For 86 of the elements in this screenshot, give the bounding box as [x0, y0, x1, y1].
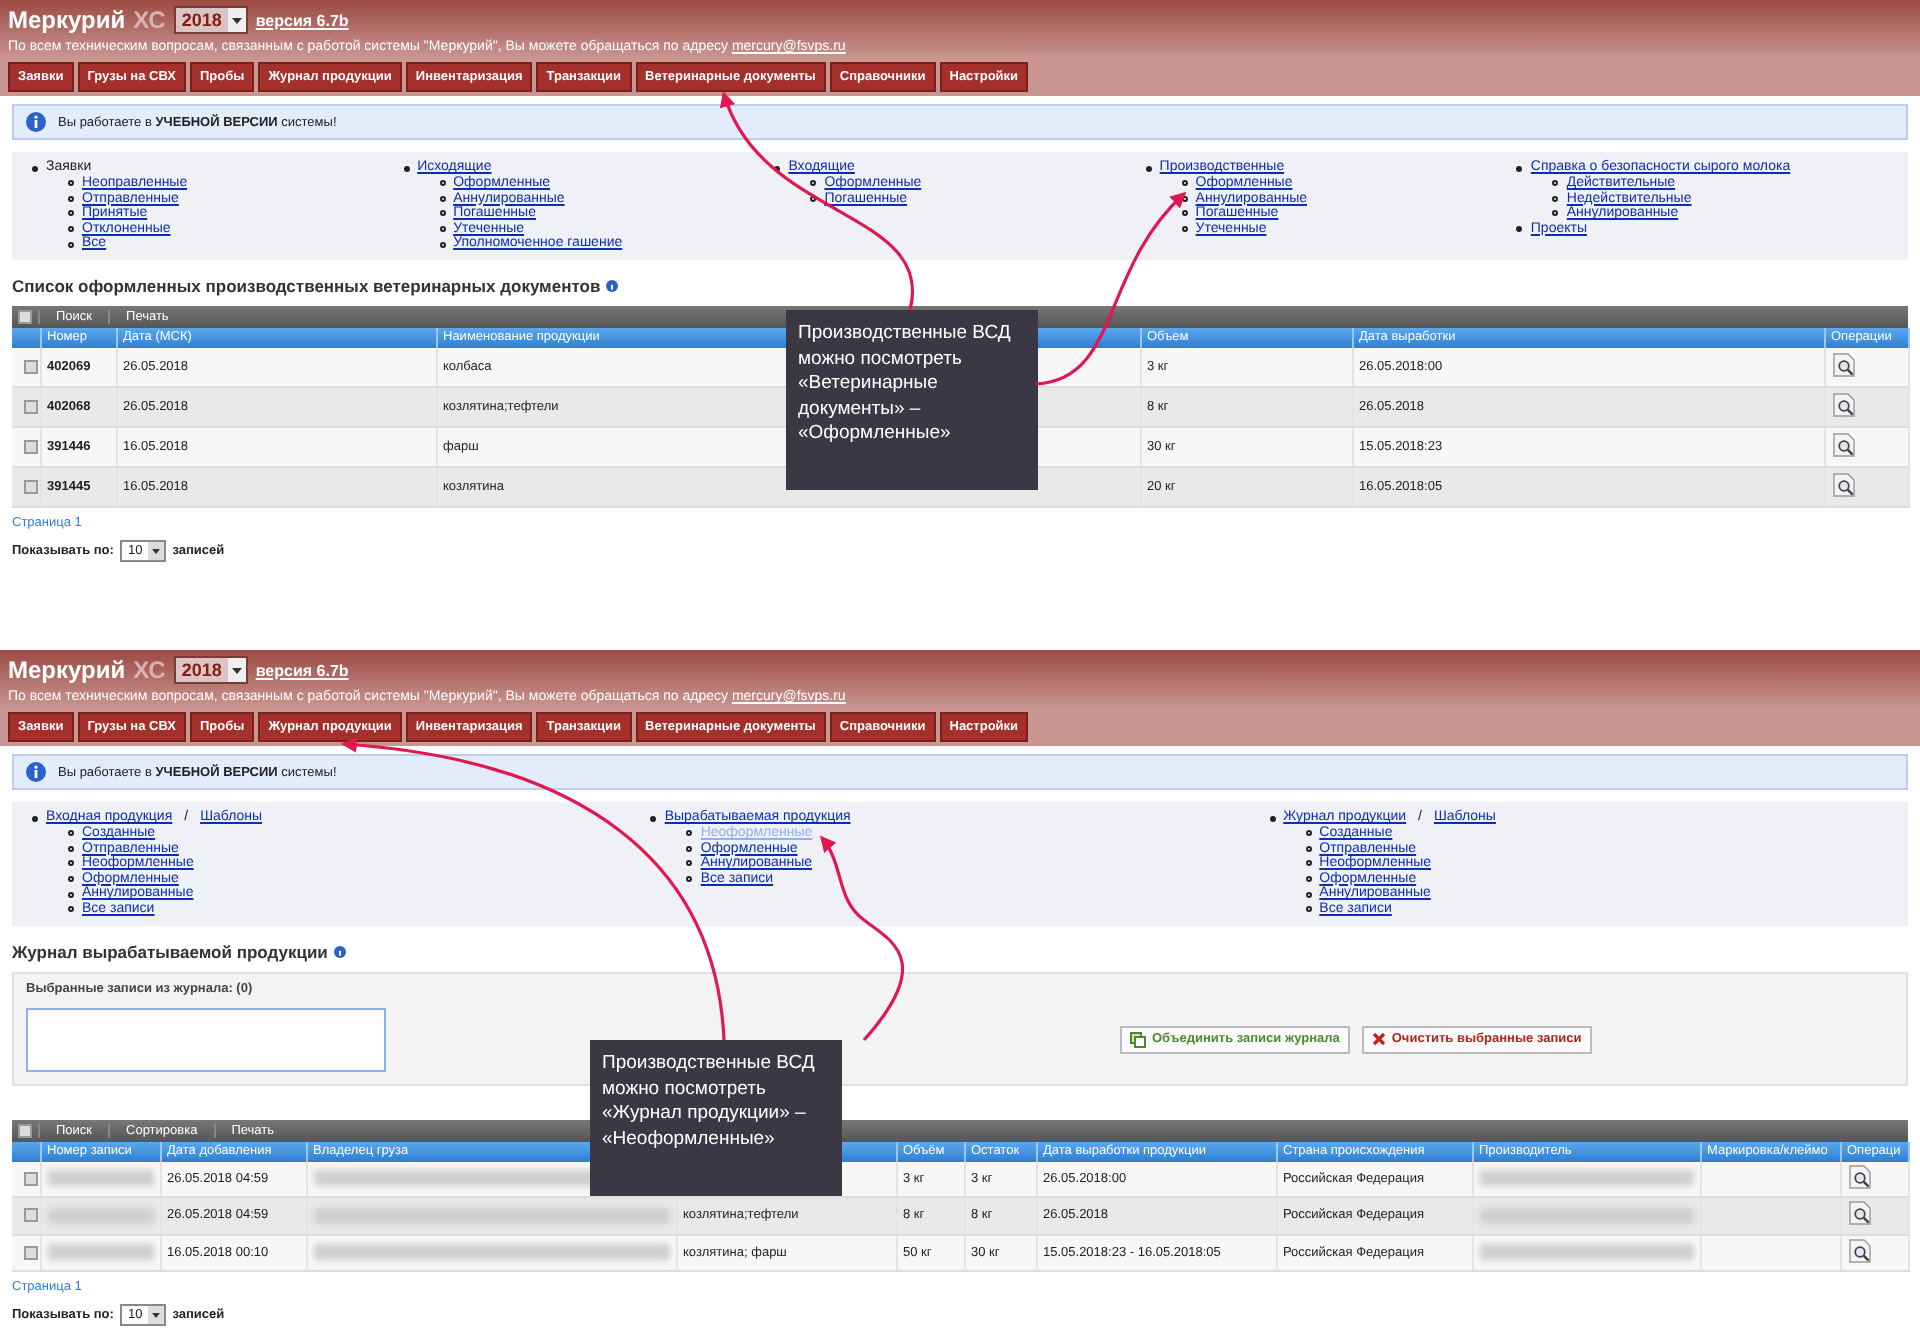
bullet-icon	[403, 165, 410, 171]
bullet-icon	[68, 906, 74, 913]
bullet-icon	[1305, 906, 1312, 913]
bullet-icon	[774, 165, 781, 171]
row-checkbox[interactable]	[24, 399, 38, 414]
bullet-icon	[650, 815, 657, 821]
close-icon	[1371, 1032, 1386, 1047]
view-document-icon[interactable]	[1847, 1163, 1871, 1190]
bullet-icon	[1516, 165, 1523, 171]
bullet-icon	[68, 195, 74, 202]
bullet-icon	[68, 210, 74, 217]
callout-note: Производственные ВСД можно посмотреть «Журнал продукции» – «Неоформленные»	[590, 1040, 842, 1196]
callout-note: Производственные ВСД можно посмотреть «Ветеринарные документы» – «Оформленные»	[786, 310, 1038, 490]
view-document-icon[interactable]	[1831, 471, 1855, 498]
bullet-icon	[1181, 195, 1188, 202]
row-checkbox[interactable]	[24, 479, 38, 494]
blurred-text	[47, 1207, 153, 1224]
bullet-icon	[686, 860, 693, 867]
section-title: Журнал вырабатываемой продукции	[12, 941, 328, 962]
bullet-icon	[686, 830, 693, 837]
section-title: Список оформленных производственных ветеринарных документов	[12, 275, 601, 296]
bullet-icon	[1145, 165, 1152, 171]
bullet-icon	[32, 165, 38, 171]
bullet-icon	[1552, 180, 1559, 187]
bullet-icon	[1181, 180, 1188, 187]
bullet-icon	[1552, 210, 1559, 217]
bullet-icon	[810, 180, 817, 187]
bullet-icon	[1181, 226, 1188, 233]
bullet-icon	[1269, 815, 1276, 821]
bullet-icon	[68, 876, 74, 883]
view-document-icon[interactable]	[1831, 431, 1855, 458]
dropdown-icon	[227, 658, 246, 682]
bullet-icon	[68, 860, 74, 867]
bullet-icon	[439, 195, 446, 202]
dropdown-icon	[148, 541, 165, 560]
version-link[interactable]: версия 6.7b	[255, 661, 349, 679]
bullet-icon	[1305, 830, 1312, 837]
row-checkbox[interactable]	[24, 439, 38, 454]
bullet-icon	[1305, 845, 1312, 852]
row-checkbox[interactable]	[24, 1245, 38, 1260]
row-checkbox[interactable]	[24, 359, 38, 374]
view-document-icon[interactable]	[1847, 1237, 1871, 1264]
blurred-text	[47, 1170, 153, 1187]
select-all-checkbox[interactable]	[18, 1123, 32, 1138]
view-document-icon[interactable]	[1831, 391, 1855, 418]
bullet-icon	[32, 815, 38, 821]
app-title: Меркурий	[8, 6, 126, 34]
bullet-icon	[68, 226, 74, 233]
bullet-icon	[1181, 210, 1188, 217]
view-document-icon[interactable]	[1847, 1200, 1871, 1227]
view-document-icon[interactable]	[1831, 351, 1855, 378]
info-icon	[606, 279, 619, 292]
year-select[interactable]: 2018	[173, 656, 248, 684]
bullet-icon	[68, 180, 74, 187]
bullet-icon	[1305, 860, 1312, 867]
bullet-icon	[439, 180, 446, 187]
info-icon	[333, 945, 346, 958]
bullet-icon	[68, 891, 74, 898]
bullet-icon	[686, 845, 693, 852]
text-area[interactable]	[26, 1007, 386, 1072]
app-suffix: ХС	[133, 656, 166, 684]
bullet-icon	[810, 195, 817, 202]
bullet-icon	[68, 241, 74, 248]
dropdown-icon	[227, 8, 246, 32]
bullet-icon	[1516, 226, 1523, 233]
year-select[interactable]: 2018	[173, 6, 248, 34]
row-checkbox[interactable]	[24, 1208, 38, 1223]
bullet-icon	[1305, 891, 1312, 898]
info-icon	[26, 112, 46, 132]
app-suffix: ХС	[133, 6, 166, 34]
dropdown-icon	[148, 1306, 165, 1325]
bullet-icon	[68, 845, 74, 852]
select-all-checkbox[interactable]	[18, 309, 32, 324]
bullet-icon	[439, 241, 446, 248]
row-checkbox[interactable]	[24, 1171, 38, 1186]
bullet-icon	[1552, 195, 1559, 202]
bullet-icon	[439, 210, 446, 217]
bullet-icon	[1305, 876, 1312, 883]
bullet-icon	[68, 830, 74, 837]
info-icon	[26, 762, 46, 782]
merge-icon	[1130, 1031, 1146, 1048]
bullet-icon	[439, 226, 446, 233]
bullet-icon	[686, 876, 693, 883]
app-title: Меркурий	[8, 656, 126, 684]
blurred-text	[47, 1244, 153, 1261]
version-link[interactable]: версия 6.7b	[255, 11, 349, 29]
